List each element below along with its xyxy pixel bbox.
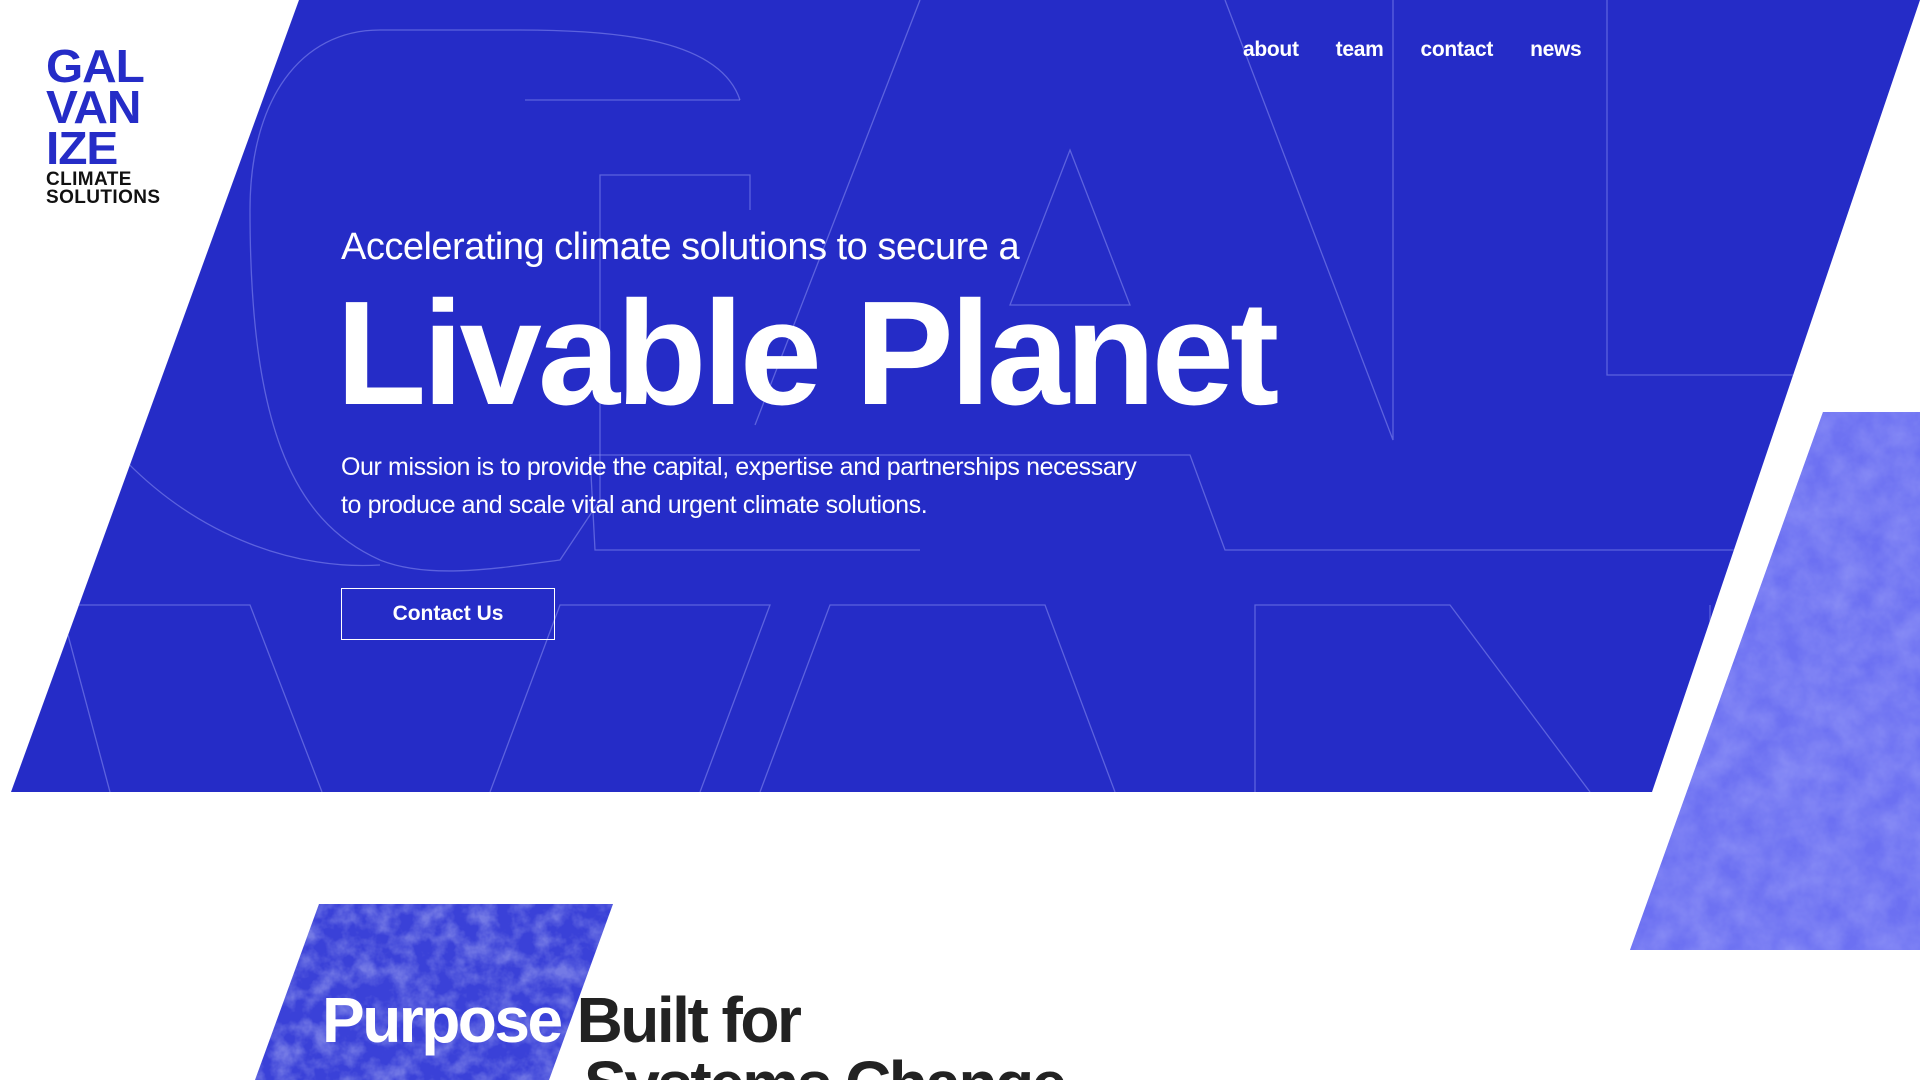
nav-contact[interactable]: contact	[1420, 38, 1493, 62]
galvanize-logo[interactable]: GAL VAN IZE CLIMATE SOLUTIONS	[46, 43, 164, 208]
main-nav: about team contact news	[1243, 38, 1582, 62]
hero-mission: Our mission is to provide the capital, e…	[341, 453, 1137, 519]
hero-eyebrow: Accelerating climate solutions to secure…	[341, 226, 1020, 268]
contact-us-button[interactable]: Contact Us	[341, 588, 555, 640]
logo-sub-2: SOLUTIONS	[46, 187, 161, 208]
nav-about[interactable]: about	[1243, 38, 1299, 62]
section-heading: PurposeBuilt for Systems Change	[322, 988, 1067, 1080]
section-heading-word2: Built for	[576, 984, 802, 1056]
hero-headline: Livable Planet	[336, 271, 1279, 436]
section-heading-word1: Purpose	[322, 984, 563, 1056]
logo-line-3: IZE	[46, 122, 118, 174]
section-heading-line2: Systems Change	[584, 1052, 1067, 1080]
nav-team[interactable]: team	[1336, 38, 1384, 62]
nav-news[interactable]: news	[1530, 38, 1582, 62]
